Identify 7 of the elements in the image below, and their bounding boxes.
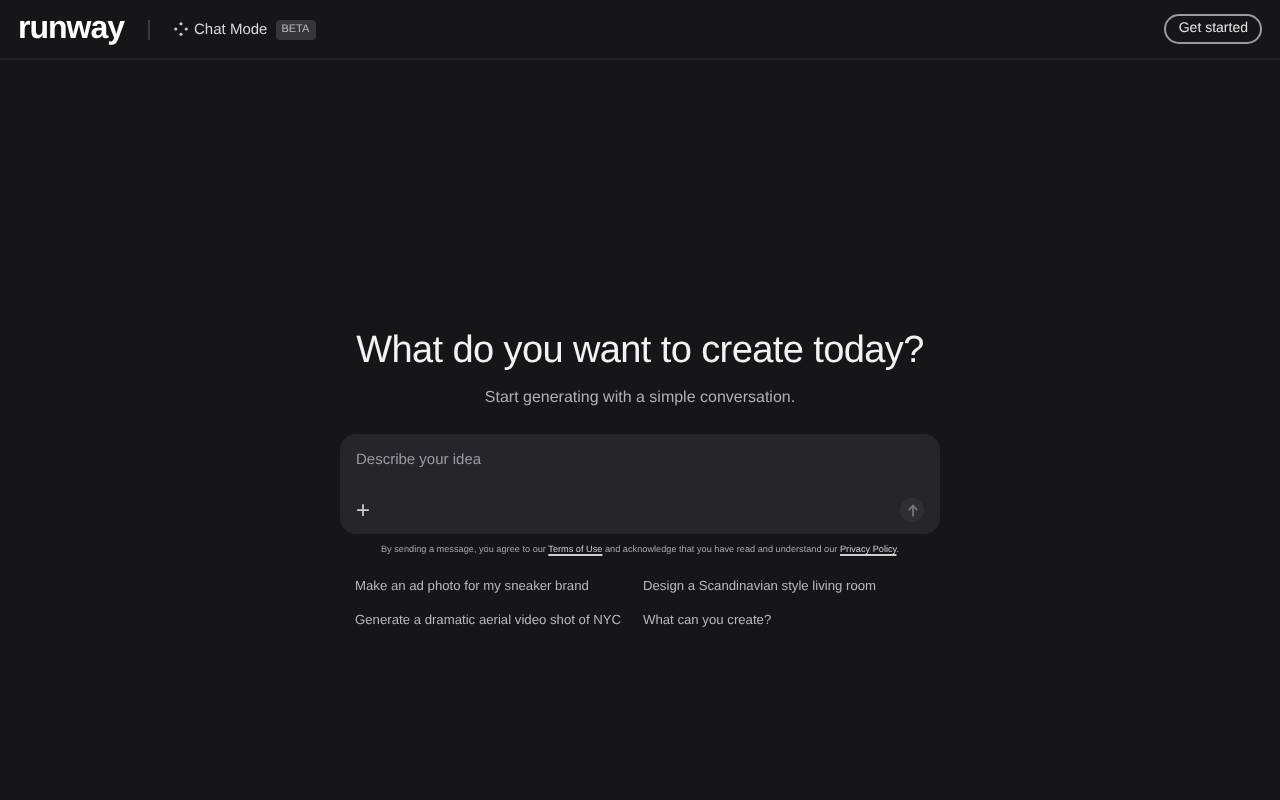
sparkle-icon	[174, 22, 189, 36]
runway-logo[interactable]: runway	[18, 11, 125, 47]
arrow-up-icon	[905, 503, 919, 517]
hero-subtitle: Start generating with a simple conversation.	[484, 388, 796, 406]
hero-title: What do you want to create today?	[356, 330, 924, 374]
send-button[interactable]	[900, 498, 924, 522]
add-button[interactable]: +	[356, 498, 371, 522]
